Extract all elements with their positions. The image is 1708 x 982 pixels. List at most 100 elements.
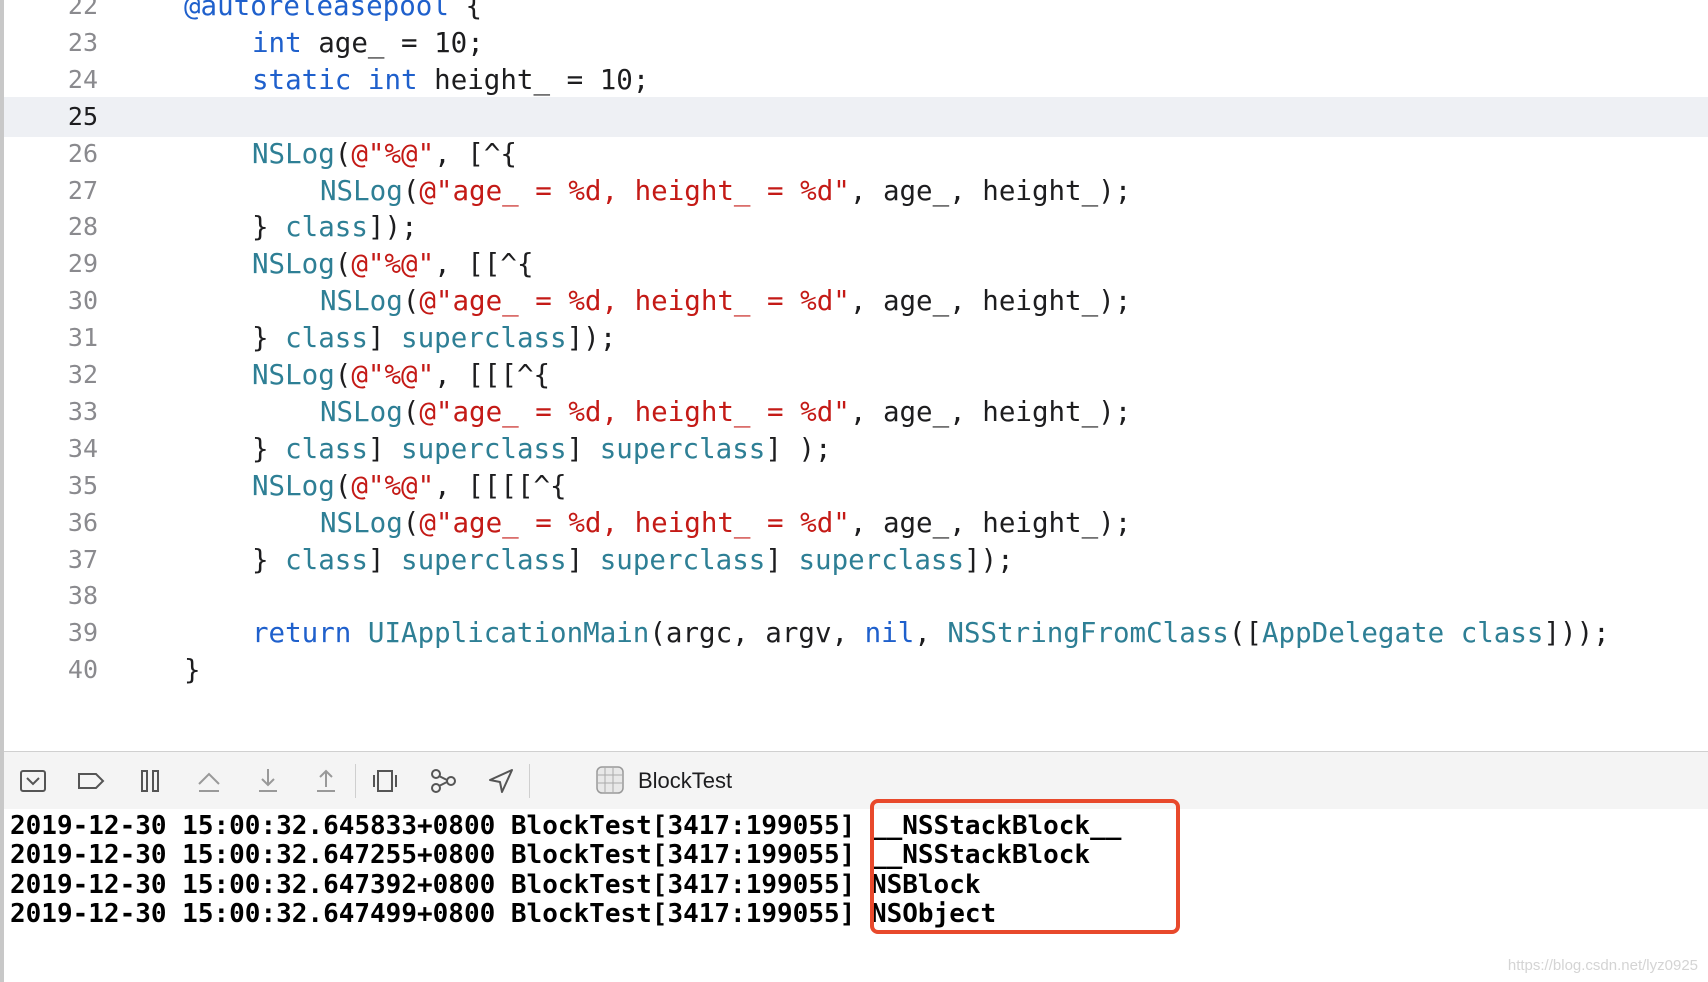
code-line[interactable]: 26 NSLog(@"%@", [^{ [4,134,1708,174]
hide-debug-area-icon[interactable] [18,766,48,796]
line-number[interactable]: 25 [24,97,98,137]
watermark: https://blog.csdn.net/lyz0925 [1507,957,1698,974]
code-text: NSLog(@"%@", [^{ [252,134,517,174]
line-number[interactable]: 28 [24,207,98,247]
step-over-icon[interactable] [194,766,224,796]
line-number[interactable]: 30 [24,281,98,321]
code-line[interactable]: 31} class] superclass]); [4,318,1708,358]
code-line[interactable]: 23 int age_ = 10; [4,23,1708,63]
code-token-fn: superclass [401,432,567,465]
code-token-kw: @autoreleasepool [184,0,449,22]
code-token: ] [367,543,402,576]
line-number[interactable]: 33 [24,392,98,432]
code-line[interactable]: 34} class] superclass] superclass] ); [4,429,1708,469]
code-token: ] [367,432,402,465]
line-number[interactable]: 26 [24,134,98,174]
line-number[interactable]: 36 [24,503,98,543]
code-token: , [[[^{ [434,359,551,391]
step-out-icon[interactable] [311,766,341,796]
code-token: , [[[[^{ [434,469,567,502]
line-number[interactable]: 23 [24,23,98,63]
code-text: } class] superclass] superclass] ); [252,429,832,469]
code-line[interactable]: 38 [4,576,1708,616]
breakpoints-toggle-icon[interactable] [76,766,106,796]
code-token-fn: NSLog [252,248,335,281]
code-token: ([ [1228,617,1262,650]
code-line[interactable]: 25 [4,96,1708,137]
code-text: int age_ = 10; [252,23,484,63]
line-number[interactable]: 34 [24,429,98,469]
code-token: , age_, height_); [849,174,1132,207]
line-number[interactable]: 40 [24,650,98,690]
line-number[interactable]: 39 [24,613,98,653]
line-number[interactable]: 37 [24,540,98,580]
code-token: , age_, height_); [849,395,1132,428]
line-number[interactable]: 35 [24,466,98,506]
view-hierarchy-icon[interactable] [370,766,400,796]
code-token: } [252,322,286,355]
log-prefix: 2019-12-30 15:00:32.645833+0800 BlockTes… [10,811,856,841]
code-line[interactable]: 30 NSLog(@"age_ = %d, height_ = %d", age_… [4,281,1708,321]
code-token: , [[^{ [434,248,534,281]
code-line[interactable]: 39 return UIApplicationMain(argc, argv, n… [4,613,1708,653]
code-line[interactable]: 33 NSLog(@"age_ = %d, height_ = %d", age_… [4,392,1708,432]
memory-graph-icon[interactable] [428,766,458,796]
code-token: ] ); [765,432,832,465]
code-token-fn: NSLog [320,506,403,539]
code-text: } [184,650,201,690]
code-line[interactable]: 37} class] superclass] superclass] super… [4,540,1708,580]
code-text: NSLog(@"age_ = %d, height_ = %d", age_, … [320,281,1131,321]
code-token-fn: superclass [401,543,567,576]
code-token: ( [402,395,420,428]
code-token: ] [367,322,402,355]
line-number[interactable]: 24 [24,60,98,100]
code-line[interactable]: 32 NSLog(@"%@", [[[^{ [4,355,1708,395]
target-name[interactable]: BlockTest [638,752,732,810]
code-token-str: @"%@" [351,248,435,281]
debug-toolbar: BlockTest [4,751,1708,810]
code-token: ]); [566,322,617,355]
code-line[interactable]: 27 NSLog(@"age_ = %d, height_ = %d", age_… [4,171,1708,211]
code-line[interactable]: 24 static int height_ = 10; [4,60,1708,100]
code-token-fn: class [285,543,368,576]
app-target-icon [594,764,626,796]
pause-icon[interactable] [135,766,165,796]
log-prefix: 2019-12-30 15:00:32.647255+0800 BlockTes… [10,840,856,871]
code-token-fn: NSLog [320,395,403,428]
code-token-kw: nil [864,617,915,650]
code-token: , [914,617,948,650]
line-number[interactable]: 38 [24,576,98,616]
code-line[interactable]: 28} class]); [4,207,1708,247]
code-text: NSLog(@"%@", [[^{ [252,244,534,284]
code-token: ( [402,174,420,207]
code-token: ( [334,137,352,170]
code-line[interactable]: 29 NSLog(@"%@", [[^{ [4,244,1708,284]
code-text: NSLog(@"%@", [[[^{ [252,355,550,395]
console-output[interactable]: 2019-12-30 15:00:32.645833+0800 BlockTes… [4,809,1708,982]
code-line[interactable]: 40} [4,650,1708,690]
line-number[interactable]: 27 [24,171,98,211]
code-token: ])); [1543,617,1610,650]
code-line[interactable]: 35 NSLog(@"%@", [[[[^{ [4,466,1708,506]
log-prefix: 2019-12-30 15:00:32.647499+0800 BlockTes… [10,898,856,929]
simulate-location-icon[interactable] [486,766,516,796]
log-separator [855,899,871,929]
code-line[interactable]: 36 NSLog(@"age_ = %d, height_ = %d", age_… [4,503,1708,543]
line-number[interactable]: 31 [24,318,98,358]
code-token-fn: class [285,211,368,244]
code-token: (argc, argv, [649,617,865,650]
step-into-icon[interactable] [253,766,283,796]
line-number[interactable]: 32 [24,355,98,395]
code-token-fn: NSStringFromClass [947,617,1229,650]
code-editor[interactable]: 22 @autoreleasepool {23 int age_ = 10; 24st… [4,0,1708,750]
code-token-fn: UIApplicationMain [367,617,650,650]
code-token-str: @"age_ = %d, height_ = %d" [419,506,850,539]
code-token: ( [334,359,352,391]
line-number[interactable]: 29 [24,244,98,284]
highlight-box [870,799,1180,934]
code-token-str: @"age_ = %d, height_ = %d" [419,285,850,318]
code-token: , [^{ [434,137,517,170]
